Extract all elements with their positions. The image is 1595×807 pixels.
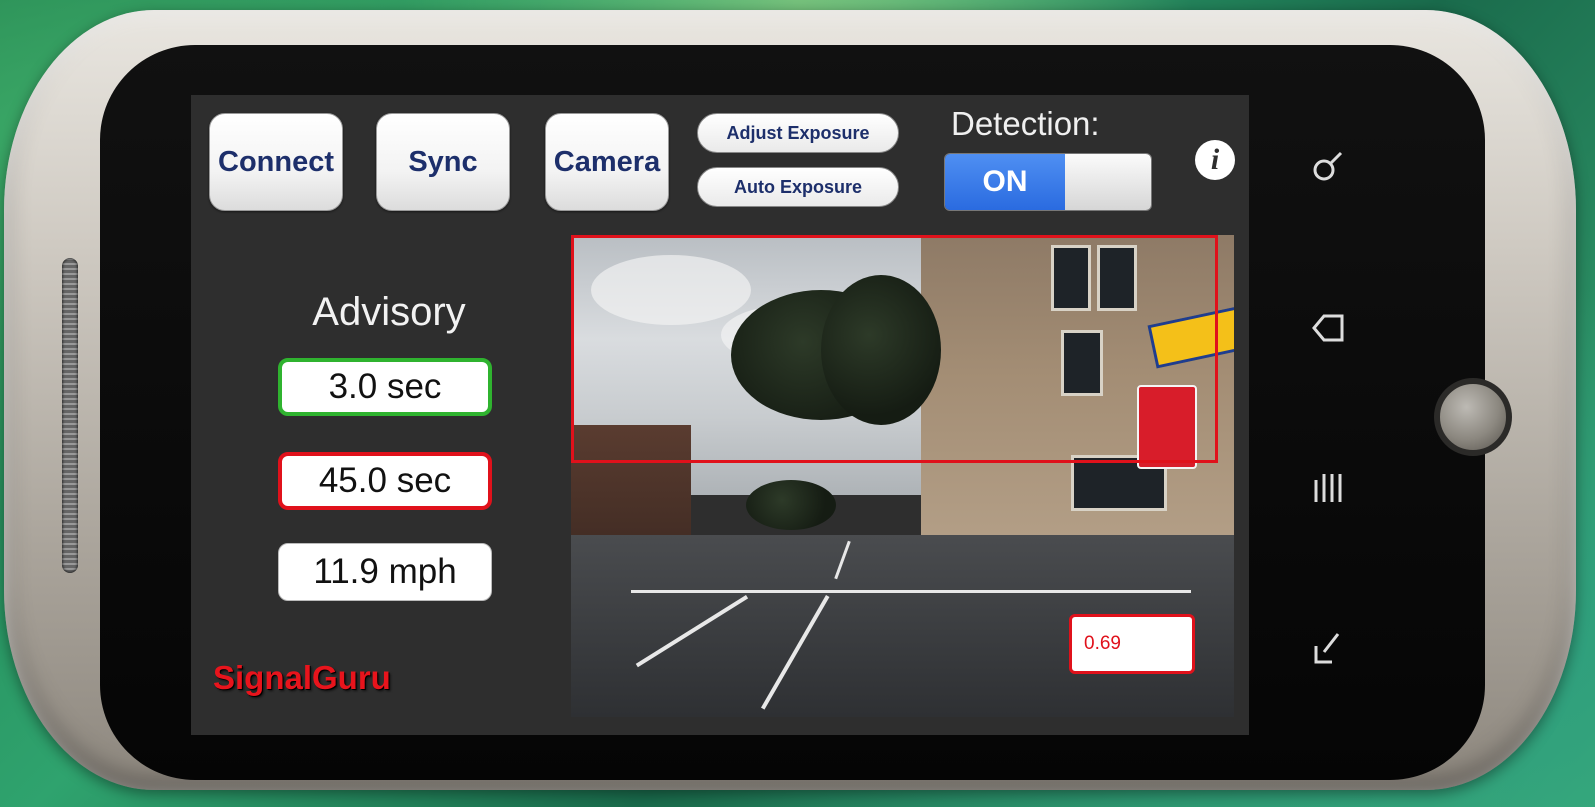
detection-label: Detection: [951,105,1100,142]
info-icon[interactable]: i [1195,140,1235,180]
speed-value: 11.9 mph [278,543,492,601]
camera-button[interactable]: Camera [545,113,669,211]
time-to-red-value: 45.0 sec [278,452,492,510]
advisory-title: Advisory [312,290,466,334]
road-stop-line [631,590,1191,593]
earpiece-speaker [62,258,78,573]
camera-tree [746,480,836,530]
confidence-value: 0.69 [1069,614,1195,674]
sync-button[interactable]: Sync [376,113,510,211]
road-lane-line [761,595,830,710]
app-screen: Connect Sync Camera Adjust Exposure Auto… [191,95,1249,735]
road-lane-line [635,595,749,668]
app-logo: SignalGuru [213,659,391,696]
trackball[interactable] [1434,378,1512,456]
adjust-exposure-button[interactable]: Adjust Exposure [697,113,899,153]
toggle-knob [1065,154,1151,210]
return-icon[interactable] [1310,630,1346,666]
connect-button[interactable]: Connect [209,113,343,211]
camera-view[interactable]: 0.69 [571,235,1234,717]
menu-icon[interactable] [1310,470,1346,506]
toggle-state-label: ON [945,154,1065,210]
time-to-green-value: 3.0 sec [278,358,492,416]
auto-exposure-button[interactable]: Auto Exposure [697,167,899,207]
detection-region [571,235,1218,463]
detection-toggle[interactable]: ON [944,153,1152,211]
road-lane-line [834,540,851,580]
back-icon[interactable] [1310,310,1346,346]
search-icon[interactable] [1310,150,1346,186]
